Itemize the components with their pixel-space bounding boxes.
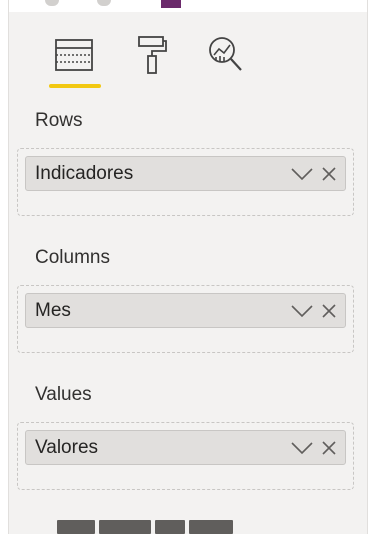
rows-field-name: Indicadores [35,162,134,184]
close-icon[interactable] [321,166,337,182]
columns-field-name: Mes [35,299,71,321]
selected-visual-indicator [161,0,181,8]
close-icon[interactable] [321,440,337,456]
rows-field-pill[interactable]: Indicadores [25,156,346,191]
chevron-down-icon[interactable] [290,304,314,318]
values-dropzone[interactable]: Valores [17,422,354,490]
scroll-indicator-dot [45,0,59,6]
chevron-down-icon[interactable] [290,167,314,181]
pane-tabs [9,30,367,90]
visualizations-pane: Rows Indicadores Columns Mes Values Valo… [8,0,368,534]
values-field-pill[interactable]: Valores [25,430,346,465]
table-grid-icon [55,39,93,71]
tab-analytics[interactable] [203,30,249,80]
magnifier-chart-icon [209,37,242,71]
columns-dropzone[interactable]: Mes [17,285,354,353]
close-icon[interactable] [321,303,337,319]
tab-fields[interactable] [49,30,101,88]
tab-format[interactable] [129,30,175,80]
paint-roller-icon [138,36,167,74]
chevron-down-icon[interactable] [290,441,314,455]
top-strip [9,0,367,12]
values-label: Values [35,384,92,405]
rows-dropzone[interactable]: Indicadores [17,148,354,216]
scroll-indicator-dot [97,0,111,6]
columns-label: Columns [35,247,110,268]
rows-label: Rows [35,110,83,131]
cut-off-section-heading [57,520,247,534]
columns-field-pill[interactable]: Mes [25,293,346,328]
values-field-name: Valores [35,436,99,458]
